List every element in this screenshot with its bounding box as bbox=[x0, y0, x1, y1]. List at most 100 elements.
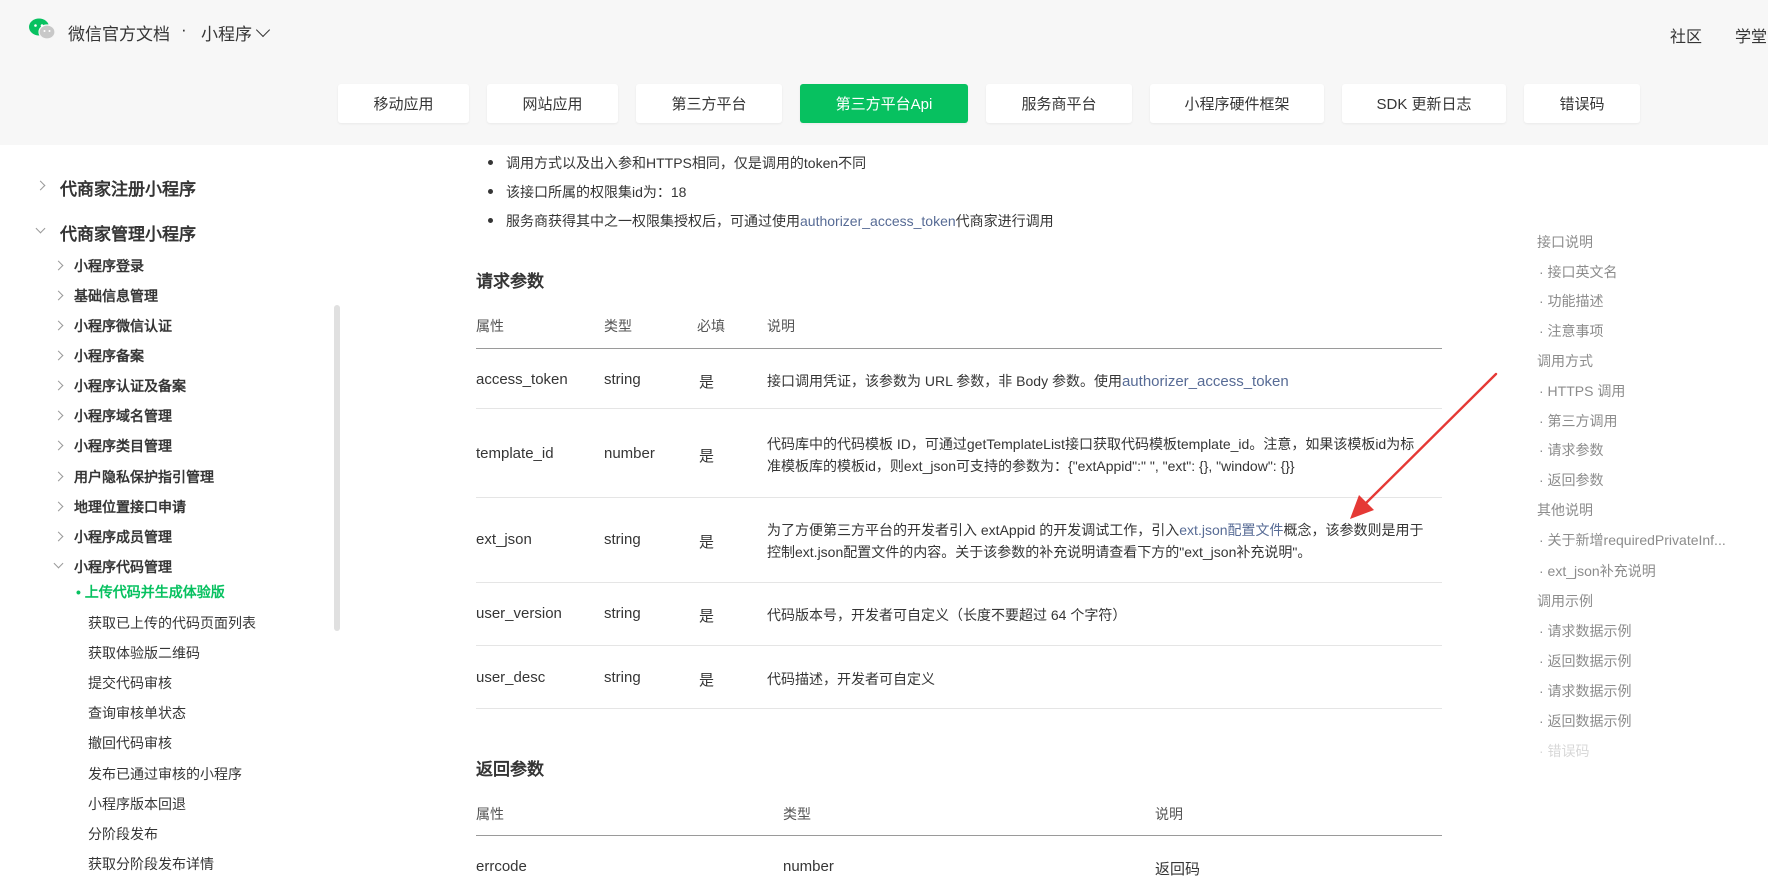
chevron-right-icon[interactable] bbox=[53, 320, 64, 331]
table-header-cell: 说明 bbox=[1155, 806, 1183, 822]
table-header-cell: 必填 bbox=[697, 318, 725, 334]
tab-website-app[interactable]: 网站应用 bbox=[487, 84, 618, 123]
sidebar-item-release[interactable]: 发布已通过审核的小程序 bbox=[88, 764, 242, 784]
authorizer-token-link[interactable]: authorizer_access_token bbox=[800, 213, 956, 229]
sidebar-item-page-list[interactable]: 获取已上传的代码页面列表 bbox=[88, 613, 256, 633]
toc-item[interactable]: 调用方式 bbox=[1537, 351, 1593, 371]
toc-item[interactable]: · 注意事项 bbox=[1539, 321, 1604, 341]
chevron-right-icon[interactable] bbox=[35, 180, 46, 191]
sidebar-item-category[interactable]: 小程序类目管理 bbox=[74, 436, 172, 456]
tab-service-provider[interactable]: 服务商平台 bbox=[986, 84, 1132, 123]
chevron-right-icon[interactable] bbox=[53, 410, 64, 421]
sidebar-scrollbar[interactable] bbox=[334, 305, 340, 631]
sidebar-item-upload-code-label: 上传代码并生成体验版 bbox=[84, 584, 225, 600]
brand-title[interactable]: 微信官方文档 bbox=[68, 20, 170, 45]
param-required: 是 bbox=[699, 608, 715, 625]
chevron-right-icon[interactable] bbox=[53, 380, 64, 391]
wechat-logo-icon[interactable] bbox=[28, 17, 56, 41]
sidebar-item-rollback[interactable]: 小程序版本回退 bbox=[88, 794, 186, 814]
toc-item[interactable]: 接口说明 bbox=[1537, 232, 1593, 252]
table-row-divider bbox=[476, 708, 1442, 709]
chevron-down-icon[interactable] bbox=[35, 223, 46, 234]
sidebar-item-members[interactable]: 小程序成员管理 bbox=[74, 527, 172, 547]
param-desc: 接口调用凭证，该参数为 URL 参数，非 Body 参数。使用authorize… bbox=[767, 370, 1439, 393]
param-type: string bbox=[604, 531, 641, 548]
section-dropdown[interactable]: 小程序 bbox=[201, 20, 271, 45]
toc-item[interactable]: · 关于新增requiredPrivateInf... bbox=[1539, 530, 1726, 550]
note-item: 调用方式以及出入参和HTTPS相同，仅是调用的token不同 bbox=[487, 155, 867, 171]
toc-item[interactable]: 其他说明 bbox=[1537, 500, 1593, 520]
table-header-cell: 属性 bbox=[476, 806, 504, 822]
sidebar-item-register[interactable]: 代商家注册小程序 bbox=[60, 175, 196, 200]
toc-item[interactable]: · 错误码 bbox=[1539, 741, 1590, 761]
param-desc-line: 控制ext.json配置文件的内容。关于该参数的补充说明请查看下方的"ext_j… bbox=[767, 544, 1312, 560]
sidebar-item-basic-info[interactable]: 基础信息管理 bbox=[74, 286, 158, 306]
param-required: 是 bbox=[699, 672, 715, 689]
chevron-right-icon[interactable] bbox=[53, 290, 64, 301]
sidebar-item-qrcode[interactable]: 获取体验版二维码 bbox=[88, 643, 200, 663]
sidebar-item-privacy[interactable]: 用户隐私保护指引管理 bbox=[74, 467, 214, 487]
platform-tabs: 移动应用 网站应用 第三方平台 第三方平台Api 服务商平台 小程序硬件框架 S… bbox=[0, 58, 1768, 145]
tab-hardware-framework[interactable]: 小程序硬件框架 bbox=[1150, 84, 1324, 123]
title-separator: · bbox=[181, 20, 187, 39]
chevron-right-icon[interactable] bbox=[53, 471, 64, 482]
chevron-down-icon bbox=[255, 22, 271, 38]
sidebar-item-manage[interactable]: 代商家管理小程序 bbox=[60, 220, 196, 245]
tab-mobile-app[interactable]: 移动应用 bbox=[338, 84, 469, 123]
toc-item[interactable]: · 功能描述 bbox=[1539, 291, 1604, 311]
toc-item[interactable]: · 返回数据示例 bbox=[1539, 711, 1632, 731]
table-header-divider bbox=[476, 348, 1442, 349]
sidebar-item-gray-release[interactable]: 分阶段发布 bbox=[88, 824, 158, 844]
param-desc: 为了方便第三方平台的开发者引入 extAppid 的开发调试工作，引入ext.j… bbox=[767, 519, 1439, 563]
nav-community[interactable]: 社区 bbox=[1670, 23, 1702, 47]
toc-item[interactable]: · 接口英文名 bbox=[1539, 262, 1618, 282]
toc-item[interactable]: · 请求数据示例 bbox=[1539, 621, 1632, 641]
sidebar-item-audit-status[interactable]: 查询审核单状态 bbox=[88, 703, 186, 723]
toc-item[interactable]: · HTTPS 调用 bbox=[1539, 381, 1625, 401]
tab-third-party-platform[interactable]: 第三方平台 bbox=[636, 84, 782, 123]
param-desc-text: 为了方便第三方平台的开发者引入 extAppid 的开发调试工作，引入 bbox=[767, 522, 1180, 538]
response-params-title: 返回参数 bbox=[476, 760, 544, 779]
sidebar-item-location[interactable]: 地理位置接口申请 bbox=[74, 497, 186, 517]
chevron-right-icon[interactable] bbox=[53, 440, 64, 451]
table-row-divider bbox=[476, 582, 1442, 583]
chevron-down-icon[interactable] bbox=[53, 558, 64, 569]
sidebar-item-gray-detail[interactable]: 获取分阶段发布详情 bbox=[88, 854, 214, 874]
toc-item[interactable]: · 返回数据示例 bbox=[1539, 651, 1632, 671]
tab-sdk-changelog[interactable]: SDK 更新日志 bbox=[1342, 84, 1506, 123]
ext-json-config-link[interactable]: ext.json配置文件 bbox=[1179, 522, 1283, 538]
sidebar-item-filing[interactable]: 小程序备案 bbox=[74, 346, 144, 366]
sidebar-item-upload-code[interactable]: • 上传代码并生成体验版 bbox=[76, 582, 225, 602]
sidebar-item-domain[interactable]: 小程序域名管理 bbox=[74, 406, 172, 426]
table-header-cell: 类型 bbox=[604, 318, 632, 334]
param-desc: 代码版本号，开发者可自定义（长度不要超过 64 个字符） bbox=[767, 607, 1127, 623]
table-header-cell: 属性 bbox=[476, 318, 504, 334]
table-header-cell: 说明 bbox=[767, 318, 795, 334]
sidebar-item-submit-audit[interactable]: 提交代码审核 bbox=[88, 673, 172, 693]
toc-item[interactable]: · 请求参数 bbox=[1539, 440, 1604, 460]
sidebar-item-code[interactable]: 小程序代码管理 bbox=[74, 557, 172, 577]
table-header-cell: 类型 bbox=[783, 806, 811, 822]
tab-third-party-api[interactable]: 第三方平台Api bbox=[800, 84, 968, 123]
chevron-right-icon[interactable] bbox=[53, 531, 64, 542]
nav-learn[interactable]: 学堂 bbox=[1735, 23, 1767, 47]
toc-item[interactable]: · 第三方调用 bbox=[1539, 411, 1618, 431]
section-label: 小程序 bbox=[201, 25, 252, 44]
toc-item[interactable]: 调用示例 bbox=[1537, 591, 1593, 611]
chevron-right-icon[interactable] bbox=[53, 350, 64, 361]
toc-item[interactable]: · 返回参数 bbox=[1539, 470, 1604, 490]
chevron-right-icon[interactable] bbox=[53, 260, 64, 271]
note-item: 该接口所属的权限集id为：18 bbox=[487, 184, 687, 200]
tab-error-codes[interactable]: 错误码 bbox=[1524, 84, 1640, 123]
sidebar-item-verify-filing[interactable]: 小程序认证及备案 bbox=[74, 376, 186, 396]
param-name: access_token bbox=[476, 371, 568, 388]
param-name: ext_json bbox=[476, 531, 532, 548]
sidebar-item-login[interactable]: 小程序登录 bbox=[74, 256, 144, 276]
sidebar-item-wechat-verify[interactable]: 小程序微信认证 bbox=[74, 316, 172, 336]
chevron-right-icon[interactable] bbox=[53, 501, 64, 512]
toc-item[interactable]: · ext_json补充说明 bbox=[1539, 561, 1656, 581]
toc-item[interactable]: · 请求数据示例 bbox=[1539, 681, 1632, 701]
authorizer-token-link[interactable]: authorizer_access_token bbox=[1122, 373, 1289, 390]
sidebar-item-undo-audit[interactable]: 撤回代码审核 bbox=[88, 733, 172, 753]
param-required: 是 bbox=[699, 448, 715, 465]
